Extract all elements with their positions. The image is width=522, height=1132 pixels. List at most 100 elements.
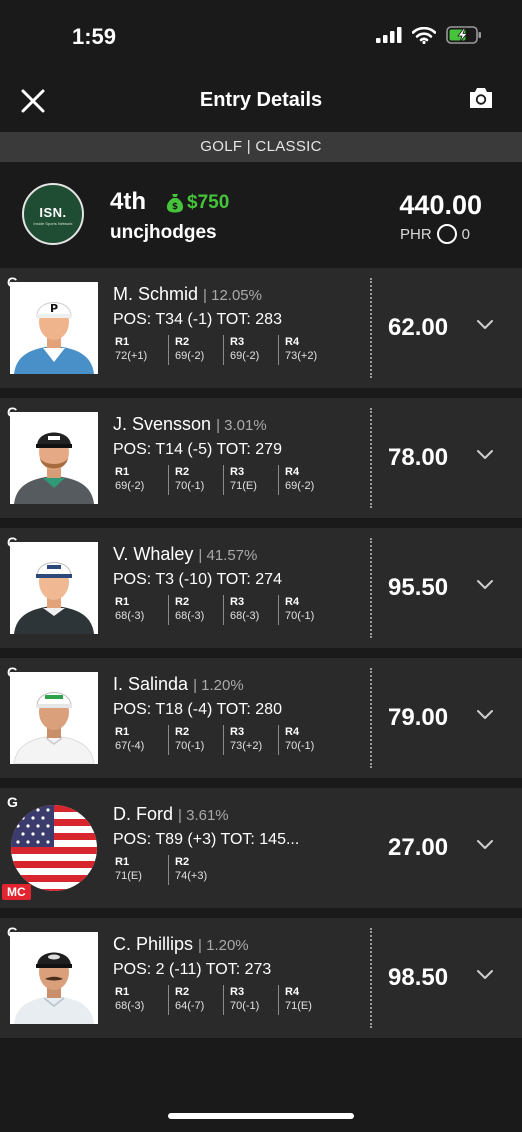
chevron-down-icon[interactable] — [476, 318, 494, 332]
battery-charging-icon — [446, 26, 481, 44]
fantasy-points: 62.00 — [388, 314, 449, 341]
ownership-percent: | 12.05% — [203, 287, 262, 304]
status-bar: 1:59 — [0, 0, 522, 70]
round-cell: R1 69(-2) — [115, 466, 145, 492]
chevron-down-icon[interactable] — [476, 448, 494, 462]
phr-value: 0 — [461, 225, 470, 243]
camera-icon[interactable] — [468, 86, 494, 110]
player-card[interactable]: G MC D. Ford | 3.61% POS: T89 (+3) TOT: … — [0, 788, 522, 908]
card-divider — [370, 538, 372, 638]
player-list: G P M. Schmid | 12.05% POS: T34 (-1) TOT… — [0, 268, 522, 1048]
player-name: C. Phillips — [113, 934, 194, 954]
player-photo — [10, 412, 98, 504]
player-name: V. Whaley — [113, 544, 194, 564]
round-cell: R2 70(-1) — [168, 465, 223, 495]
avatar-logo-text: ISN. — [39, 205, 67, 220]
round-cell: R4 69(-2) — [278, 465, 333, 495]
card-divider — [370, 278, 372, 378]
fantasy-points: 95.50 — [388, 574, 449, 601]
player-name: M. Schmid — [113, 284, 199, 304]
chevron-down-icon[interactable] — [476, 708, 494, 722]
round-cell: R1 72(+1) — [115, 336, 148, 362]
game-type-bar: GOLF | CLASSIC — [0, 132, 522, 162]
player-headshot-icon — [10, 542, 98, 634]
player-card[interactable]: G I. Salinda | 1.20% POS: T18 (-4) TOT: … — [0, 658, 522, 778]
player-headshot-icon: P — [10, 282, 98, 374]
player-card[interactable]: G V. Whaley | 41.57% POS: T3 (-10) TOT: … — [0, 528, 522, 648]
round-scores: R1 68(-3) R2 64(-7) R3 70(-1) R4 71(E) — [113, 985, 333, 1015]
round-cell: R2 74(+3) — [168, 855, 223, 885]
player-photo — [10, 672, 98, 764]
player-headshot-icon — [10, 412, 98, 504]
position-total: POS: T89 (+3) TOT: 145... — [113, 831, 300, 848]
fantasy-points: 78.00 — [388, 444, 449, 471]
position-total: POS: T18 (-4) TOT: 280 — [113, 701, 282, 718]
fantasy-points: 98.50 — [388, 964, 449, 991]
phr-label: PHR — [399, 225, 432, 243]
player-photo: P — [10, 282, 98, 374]
missed-cut-badge: MC — [2, 884, 31, 900]
round-cell: R1 68(-3) — [115, 986, 145, 1012]
player-name-line: J. Svensson | 3.01% — [113, 414, 267, 435]
round-cell: R4 70(-1) — [278, 595, 333, 625]
round-scores: R1 69(-2) R2 70(-1) R3 71(E) R4 69(-2) — [113, 465, 333, 495]
home-indicator — [168, 1113, 354, 1119]
round-cell: R1 71(E) — [115, 856, 142, 882]
player-name-line: M. Schmid | 12.05% — [113, 284, 262, 305]
chevron-down-icon[interactable] — [476, 968, 494, 982]
card-divider — [370, 928, 372, 1028]
player-photo — [10, 542, 98, 634]
player-name-line: I. Salinda | 1.20% — [113, 674, 244, 695]
ownership-percent: | 1.20% — [198, 937, 249, 954]
round-cell: R3 69(-2) — [223, 335, 278, 365]
nav-bar: Entry Details — [0, 70, 522, 132]
us-flag-icon — [11, 805, 97, 891]
player-name-line: V. Whaley | 41.57% — [113, 544, 257, 565]
player-card[interactable]: G P M. Schmid | 12.05% POS: T34 (-1) TOT… — [0, 268, 522, 388]
player-headshot-icon — [10, 672, 98, 764]
round-cell: R1 68(-3) — [115, 596, 145, 622]
player-photo — [10, 802, 98, 894]
status-icons — [376, 26, 482, 44]
card-divider — [370, 668, 372, 768]
player-card[interactable]: G C. Phillips | 1.20% POS: 2 (-11) TOT: … — [0, 918, 522, 1038]
player-name: I. Salinda — [113, 674, 189, 694]
player-name: D. Ford — [113, 804, 174, 824]
round-cell: R2 68(-3) — [168, 595, 223, 625]
username: uncjhodges — [110, 222, 217, 243]
phr-circle-icon — [436, 224, 457, 244]
entry-summary: ISN. Inside Sports Network 4th $ $750 un… — [0, 162, 522, 268]
card-divider — [370, 408, 372, 508]
cellular-signal-icon — [376, 27, 402, 43]
fantasy-points: 79.00 — [388, 704, 449, 731]
round-scores: R1 72(+1) R2 69(-2) R3 69(-2) R4 73(+2) — [113, 335, 333, 365]
avatar: ISN. Inside Sports Network — [22, 183, 84, 245]
player-headshot-icon — [10, 932, 98, 1024]
chevron-down-icon[interactable] — [476, 838, 494, 852]
svg-text:$: $ — [172, 202, 178, 212]
round-scores: R1 71(E) R2 74(+3) — [113, 855, 223, 885]
round-scores: R1 67(-4) R2 70(-1) R3 73(+2) R4 70(-1) — [113, 725, 333, 755]
round-cell: R3 71(E) — [223, 465, 278, 495]
position-total: POS: 2 (-11) TOT: 273 — [113, 961, 272, 978]
round-cell: R2 69(-2) — [168, 335, 223, 365]
round-cell: R4 71(E) — [278, 985, 333, 1015]
fantasy-points: 27.00 — [388, 834, 449, 861]
player-name: J. Svensson — [113, 414, 212, 434]
player-photo — [10, 932, 98, 1024]
round-cell: R2 64(-7) — [168, 985, 223, 1015]
round-cell: R3 68(-3) — [223, 595, 278, 625]
player-card[interactable]: G J. Svensson | 3.01% POS: T14 (-5) TOT:… — [0, 398, 522, 518]
svg-text:P: P — [50, 302, 58, 315]
wifi-icon — [412, 26, 436, 44]
round-cell: R4 70(-1) — [278, 725, 333, 755]
avatar-logo-subtext: Inside Sports Network — [33, 221, 73, 226]
money-bag-icon: $ — [166, 194, 184, 213]
round-cell: R1 67(-4) — [115, 726, 145, 752]
prize-badge: $ $750 — [166, 192, 229, 214]
position-total: POS: T3 (-10) TOT: 274 — [113, 571, 282, 588]
round-scores: R1 68(-3) R2 68(-3) R3 68(-3) R4 70(-1) — [113, 595, 333, 625]
chevron-down-icon[interactable] — [476, 578, 494, 592]
position-total: POS: T34 (-1) TOT: 283 — [113, 311, 282, 328]
entry-rank: 4th — [110, 188, 146, 215]
